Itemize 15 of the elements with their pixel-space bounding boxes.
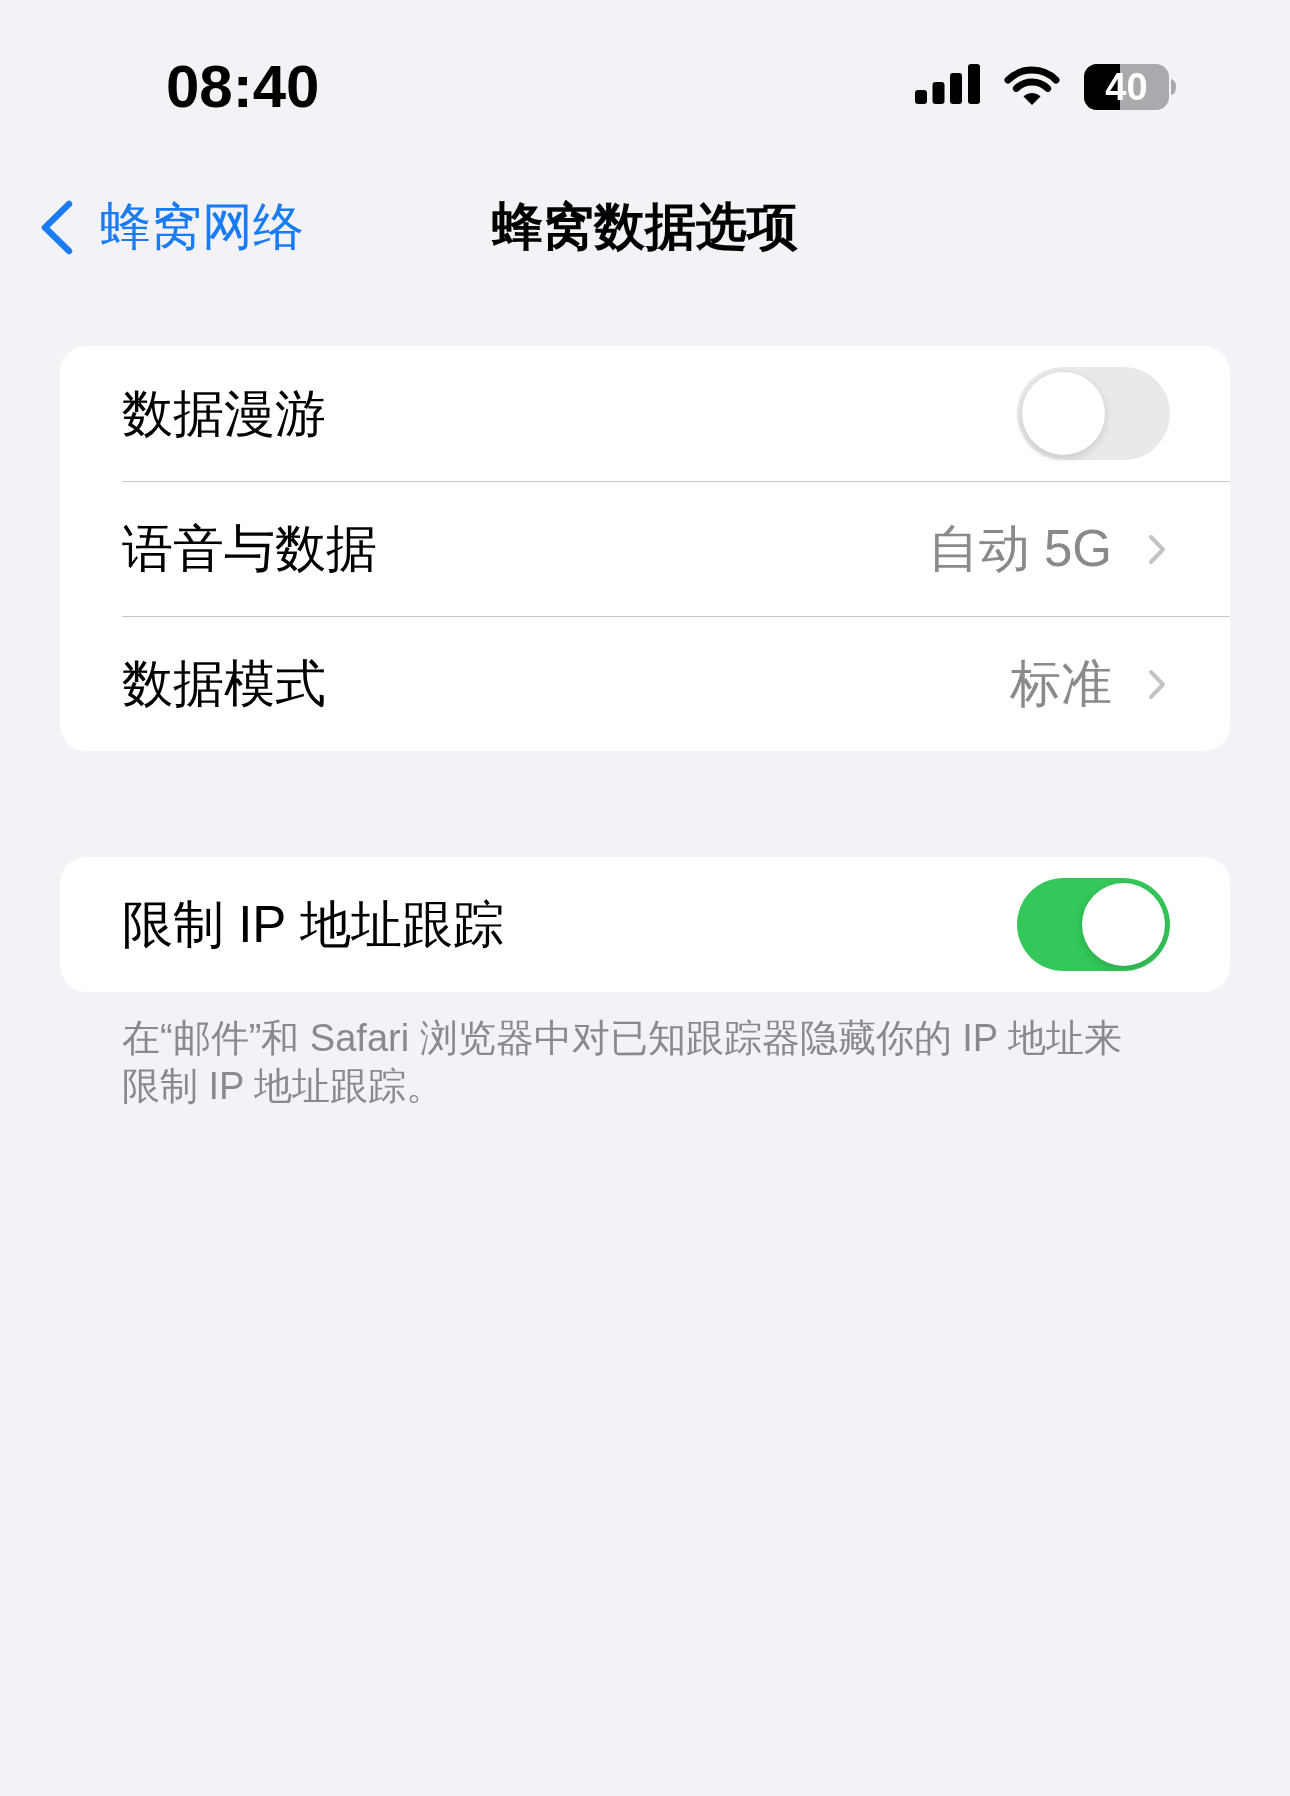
chevron-right-icon bbox=[1148, 533, 1166, 565]
chevron-right-icon bbox=[1148, 668, 1166, 700]
chevron-left-icon bbox=[40, 199, 73, 255]
setting-label: 数据漫游 bbox=[122, 383, 326, 444]
setting-value: 自动 5G bbox=[927, 519, 1112, 579]
nav-title: 蜂窝数据选项 bbox=[492, 197, 798, 257]
wifi-icon bbox=[1002, 64, 1062, 106]
status-time: 08:40 bbox=[166, 55, 320, 119]
setting-label[interactable]: 数据模式 bbox=[122, 654, 326, 714]
back-button[interactable]: 蜂窝网络 bbox=[40, 197, 304, 257]
setting-label: 限制 IP 地址跟踪 bbox=[122, 894, 504, 955]
signal-icon bbox=[915, 64, 980, 104]
section-footer-text: 在“邮件”和 Safari 浏览器中对已知跟踪器隐藏你的 IP 地址来限制 IP 地址跟踪。 bbox=[122, 1016, 1124, 1109]
setting-value: 标准 bbox=[1010, 654, 1112, 714]
setting-label[interactable]: 语音与数据 bbox=[122, 519, 377, 579]
